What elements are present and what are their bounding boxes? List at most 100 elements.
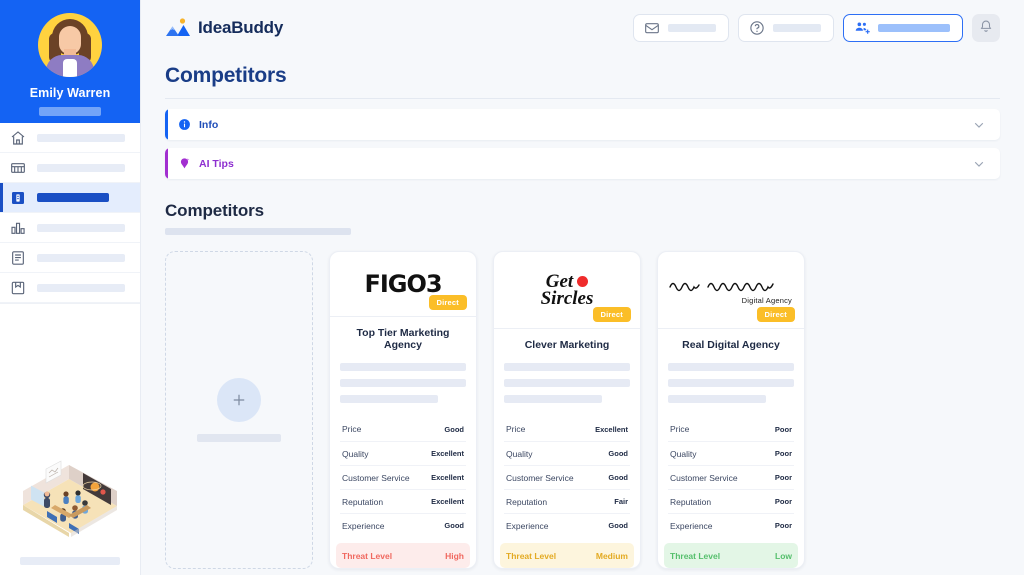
ai-bulb-icon: [178, 157, 191, 170]
info-panel[interactable]: Info: [165, 109, 1000, 140]
sidebar-item-plan[interactable]: [0, 243, 140, 273]
competitor-type-badge: Direct: [592, 307, 631, 323]
metric-row: Price Poor: [668, 417, 794, 441]
get-sircles-logo: Get Sircles: [540, 271, 594, 310]
brand-logo[interactable]: IdeaBuddy: [165, 17, 283, 39]
metric-row: Price Good: [340, 417, 466, 441]
invite-label-placeholder: [878, 24, 950, 32]
sidebar-item-library[interactable]: [0, 273, 140, 303]
sidebar-item-label: [37, 283, 125, 292]
metric-label: Customer Service: [670, 472, 738, 483]
question-circle-icon: [749, 20, 765, 36]
add-competitor-card[interactable]: [165, 251, 313, 569]
competitor-card-body: Real Digital Agency Price Poor Quality Poo…: [658, 329, 804, 568]
metric-label: Experience: [342, 520, 385, 531]
ai-tips-panel[interactable]: AI Tips: [165, 148, 1000, 179]
competitor-card[interactable]: Digital Agency Direct Real Digital Agenc…: [657, 251, 805, 569]
squiggle-lines-icon: [669, 283, 774, 292]
metric-row: Customer Service Excellent: [340, 465, 466, 489]
threat-level-value: High: [445, 550, 464, 561]
profile-name: Emily Warren: [29, 86, 111, 100]
chevron-down-icon[interactable]: [972, 118, 986, 132]
competitor-name: Clever Marketing: [524, 339, 610, 352]
sidebar-illustration-block: [0, 453, 140, 575]
metric-label: Experience: [670, 520, 713, 531]
description-placeholder: [340, 363, 466, 371]
sidebar: Emily Warren: [0, 0, 141, 575]
metric-value: Good: [608, 521, 628, 530]
red-dot-icon: [577, 275, 589, 287]
competitor-card[interactable]: FIGO3 Direct Top Tier Marketing Agency P…: [329, 251, 477, 569]
add-competitor-label-placeholder: [197, 434, 281, 442]
metric-label: Customer Service: [342, 472, 410, 483]
description-placeholder: [668, 395, 767, 403]
plus-icon: [217, 378, 261, 422]
sidebar-item-label: [37, 193, 109, 202]
metric-label: Quality: [506, 448, 533, 459]
metric-value: Excellent: [431, 449, 464, 458]
metric-row: Customer Service Good: [504, 465, 630, 489]
sidebar-item-financials[interactable]: [0, 213, 140, 243]
competitor-card[interactable]: Get Sircles Direct Clever Marketing Pric…: [493, 251, 641, 569]
profile-subtitle-placeholder: [39, 107, 101, 116]
ai-tips-panel-label: AI Tips: [199, 157, 234, 170]
metric-value: Excellent: [431, 497, 464, 506]
isometric-classroom-illustration: [23, 460, 117, 537]
competitor-type-badge: Direct: [428, 294, 467, 310]
metric-value: Good: [608, 473, 628, 482]
mail-button[interactable]: [633, 14, 729, 42]
competitor-cards: FIGO3 Direct Top Tier Marketing Agency P…: [141, 235, 1024, 569]
sidebar-item-board[interactable]: [0, 153, 140, 183]
app-root: Emily Warren IdeaBuddy Competitors Info …: [0, 0, 1024, 575]
competitor-logo: Get Sircles Direct: [494, 252, 640, 330]
threat-level-row: Threat Level Medium: [500, 543, 634, 568]
metric-value: Poor: [774, 497, 792, 506]
chevron-down-icon[interactable]: [972, 157, 986, 171]
help-button[interactable]: [738, 14, 834, 42]
metric-value: Excellent: [431, 473, 464, 482]
home-icon: [10, 130, 26, 146]
threat-level-value: Medium: [595, 550, 628, 561]
sidebar-item-competitors[interactable]: [0, 183, 140, 213]
metric-label: Quality: [670, 448, 697, 459]
description-placeholder: [504, 363, 630, 371]
description-placeholder: [668, 379, 794, 387]
mountain-sun-logo-icon: [165, 17, 191, 39]
description-placeholder: [340, 379, 466, 387]
notes-list-icon: [10, 250, 26, 266]
notifications-button[interactable]: [972, 14, 1000, 42]
topbar: IdeaBuddy: [141, 0, 1024, 56]
main-content: IdeaBuddy Competitors Info AI Tips Compe…: [141, 0, 1024, 575]
competitor-card-body: Top Tier Marketing Agency Price Good Qual…: [330, 317, 476, 568]
brand-name: IdeaBuddy: [198, 18, 284, 37]
threat-level-label: Threat Level: [506, 550, 557, 561]
sidebar-profile[interactable]: Emily Warren: [0, 0, 140, 123]
sidebar-item-home[interactable]: [0, 123, 140, 153]
bell-icon: [979, 19, 993, 38]
bar-chart-icon: [10, 220, 26, 236]
threat-level-row: Threat Level High: [336, 543, 470, 568]
metric-row: Experience Good: [340, 513, 466, 537]
sidebar-illustration-caption-placeholder: [20, 557, 120, 565]
competitor-logo: Digital Agency Direct: [658, 252, 804, 330]
metric-rows: Price Excellent Quality Good Customer Serv…: [504, 417, 630, 537]
info-panel-label: Info: [199, 118, 219, 131]
avatar: [38, 13, 102, 77]
metric-row: Price Excellent: [504, 417, 630, 441]
metric-row: Experience Poor: [668, 513, 794, 537]
description-placeholder: [504, 379, 630, 387]
metric-label: Quality: [342, 448, 369, 459]
topbar-actions: [633, 14, 1000, 42]
grid-board-icon: [10, 160, 26, 176]
squiggle-logo: Digital Agency: [668, 275, 794, 305]
competitor-type-badge: Direct: [756, 307, 795, 323]
metric-label: Reputation: [506, 496, 548, 507]
logo-line-2: Sircles: [540, 288, 594, 310]
metric-row: Quality Excellent: [340, 441, 466, 465]
info-circle-icon: [178, 118, 191, 131]
invite-button[interactable]: [843, 14, 963, 42]
section-subtitle-placeholder: [165, 228, 351, 235]
description-placeholder: [340, 395, 439, 403]
book-idea-icon: [10, 190, 26, 206]
metric-label: Reputation: [670, 496, 712, 507]
